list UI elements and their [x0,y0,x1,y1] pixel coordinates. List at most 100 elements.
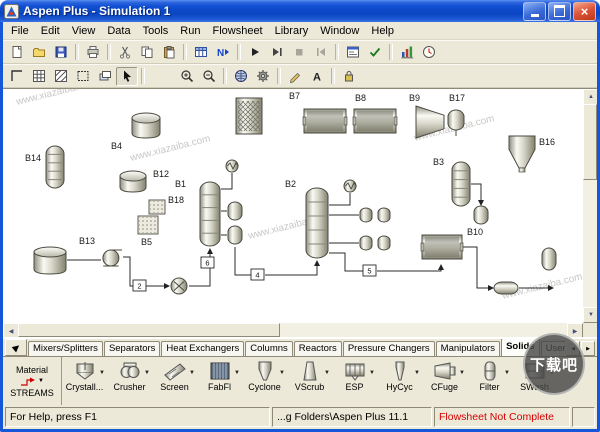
flowsheet-canvas[interactable]: www.xiazaiba.comwww.xiazaiba.comwww.xiaz… [3,89,583,336]
tab-heat-exchangers[interactable]: Heat Exchangers [161,341,244,356]
minimize-button[interactable] [523,2,546,21]
stream-box-4[interactable]: 4 [251,269,264,280]
model-filter[interactable]: ▼Filter [467,357,512,405]
model-crusher[interactable]: ▼Crusher [107,357,152,405]
block-B11[interactable] [494,282,518,294]
annotate-button[interactable] [284,67,306,86]
data-browser-button[interactable] [190,43,212,62]
menu-flowsheet[interactable]: Flowsheet [206,24,268,38]
block-D4[interactable] [378,236,390,250]
cut-button[interactable] [114,43,136,62]
zoom-in-button[interactable] [176,67,198,86]
model-esp[interactable]: ▼ESP [332,357,377,405]
tab-columns[interactable]: Columns [245,341,293,356]
block-B4[interactable] [132,113,160,138]
tab-reactors[interactable]: Reactors [294,341,342,356]
block-D1[interactable] [360,208,372,222]
block-D2[interactable] [378,208,390,222]
model-dropdown-arrow[interactable]: ▼ [234,370,240,376]
horizontal-scrollbar[interactable]: ◀ ▶ [3,323,583,337]
block-B6[interactable] [171,278,187,294]
global-data-button[interactable] [230,67,252,86]
vertical-scrollbar[interactable]: ▲ ▼ [583,89,597,323]
block-B2V[interactable] [344,180,357,192]
horizontal-scroll-thumb[interactable] [18,323,280,337]
select-mode-button[interactable]: ▶ [5,339,27,356]
print-button[interactable] [82,43,104,62]
stream-line-11[interactable] [329,193,350,205]
model-cfuge[interactable]: ▼CFuge [422,357,467,405]
next-button[interactable]: N [212,43,234,62]
model-fabfl[interactable]: ▼FabFl [197,357,242,405]
block-B16[interactable] [509,136,535,172]
text-format-button[interactable]: A [306,67,328,86]
block-B1V[interactable] [226,160,239,172]
model-dropdown-arrow[interactable]: ▼ [504,370,510,376]
menu-edit[interactable]: Edit [35,24,66,38]
model-screen[interactable]: ▼Screen [152,357,197,405]
menu-tools[interactable]: Tools [137,24,175,38]
block-B10[interactable] [474,206,488,224]
check-results-button[interactable] [364,43,386,62]
block-T2[interactable] [34,247,66,274]
menu-view[interactable]: View [66,24,102,38]
titlebar[interactable]: Aspen Plus - Simulation 1 × [0,0,600,22]
menu-window[interactable]: Window [314,24,365,38]
reinitialize-button[interactable] [310,43,332,62]
tab-pressure-changers[interactable]: Pressure Changers [343,341,435,356]
close-button[interactable]: × [573,2,596,21]
stream-box-5[interactable]: 5 [363,265,376,276]
menu-help[interactable]: Help [365,24,400,38]
block-B1B[interactable] [228,226,242,244]
tab-separators[interactable]: Separators [104,341,160,356]
block-B14[interactable] [46,146,64,188]
model-crystallizer[interactable]: ▼Crystall... [62,357,107,405]
stream-box-6[interactable]: 6 [201,257,214,268]
stream-box-2[interactable]: 2 [133,280,146,291]
open-button[interactable] [28,43,50,62]
vertical-scroll-thumb[interactable] [583,104,597,180]
new-button[interactable] [6,43,28,62]
stream-line-6[interactable] [329,253,363,271]
maximize-button[interactable] [548,2,571,21]
streams-dropdown-arrow[interactable]: ▼ [38,378,44,384]
stream-line-10[interactable] [221,173,232,189]
scroll-left-button[interactable]: ◀ [3,323,19,337]
block-B1A[interactable] [228,202,242,220]
tab-manipulators[interactable]: Manipulators [436,341,500,356]
model-dropdown-arrow[interactable]: ▼ [369,370,375,376]
view-area-button[interactable] [72,67,94,86]
settings-button[interactable] [252,67,274,86]
model-dropdown-arrow[interactable]: ▼ [324,370,330,376]
scroll-right-button[interactable]: ▶ [567,323,583,337]
stream-line-8[interactable] [463,247,493,288]
save-button[interactable] [50,43,72,62]
block-B18[interactable] [149,200,165,214]
layers-button[interactable] [94,67,116,86]
model-dropdown-arrow[interactable]: ▼ [414,370,420,376]
step-button[interactable] [266,43,288,62]
model-dropdown-arrow[interactable]: ▼ [279,370,285,376]
block-B7[interactable] [236,98,262,134]
toggle-grid-button[interactable] [28,67,50,86]
block-B5[interactable] [138,216,158,234]
plot-wizard-button[interactable] [396,43,418,62]
block-D3[interactable] [360,236,372,250]
resize-grip[interactable] [572,407,595,427]
history-button[interactable] [418,43,440,62]
model-dropdown-arrow[interactable]: ▼ [144,370,150,376]
block-B12[interactable] [120,171,146,192]
block-B3[interactable] [452,162,470,206]
material-streams-selector[interactable]: Material ▼ STREAMS [3,357,62,405]
block-V2[interactable] [542,248,556,270]
block-B8A[interactable] [303,109,347,133]
stream-line-7[interactable] [377,265,441,271]
menu-run[interactable]: Run [174,24,206,38]
paste-button[interactable] [158,43,180,62]
menu-library[interactable]: Library [269,24,315,38]
stream-line-5[interactable] [265,261,317,275]
block-B13[interactable] [103,250,122,266]
tab-mixers-splitters[interactable]: Mixers/Splitters [28,341,103,356]
menu-file[interactable]: File [5,24,35,38]
menu-data[interactable]: Data [101,24,136,38]
